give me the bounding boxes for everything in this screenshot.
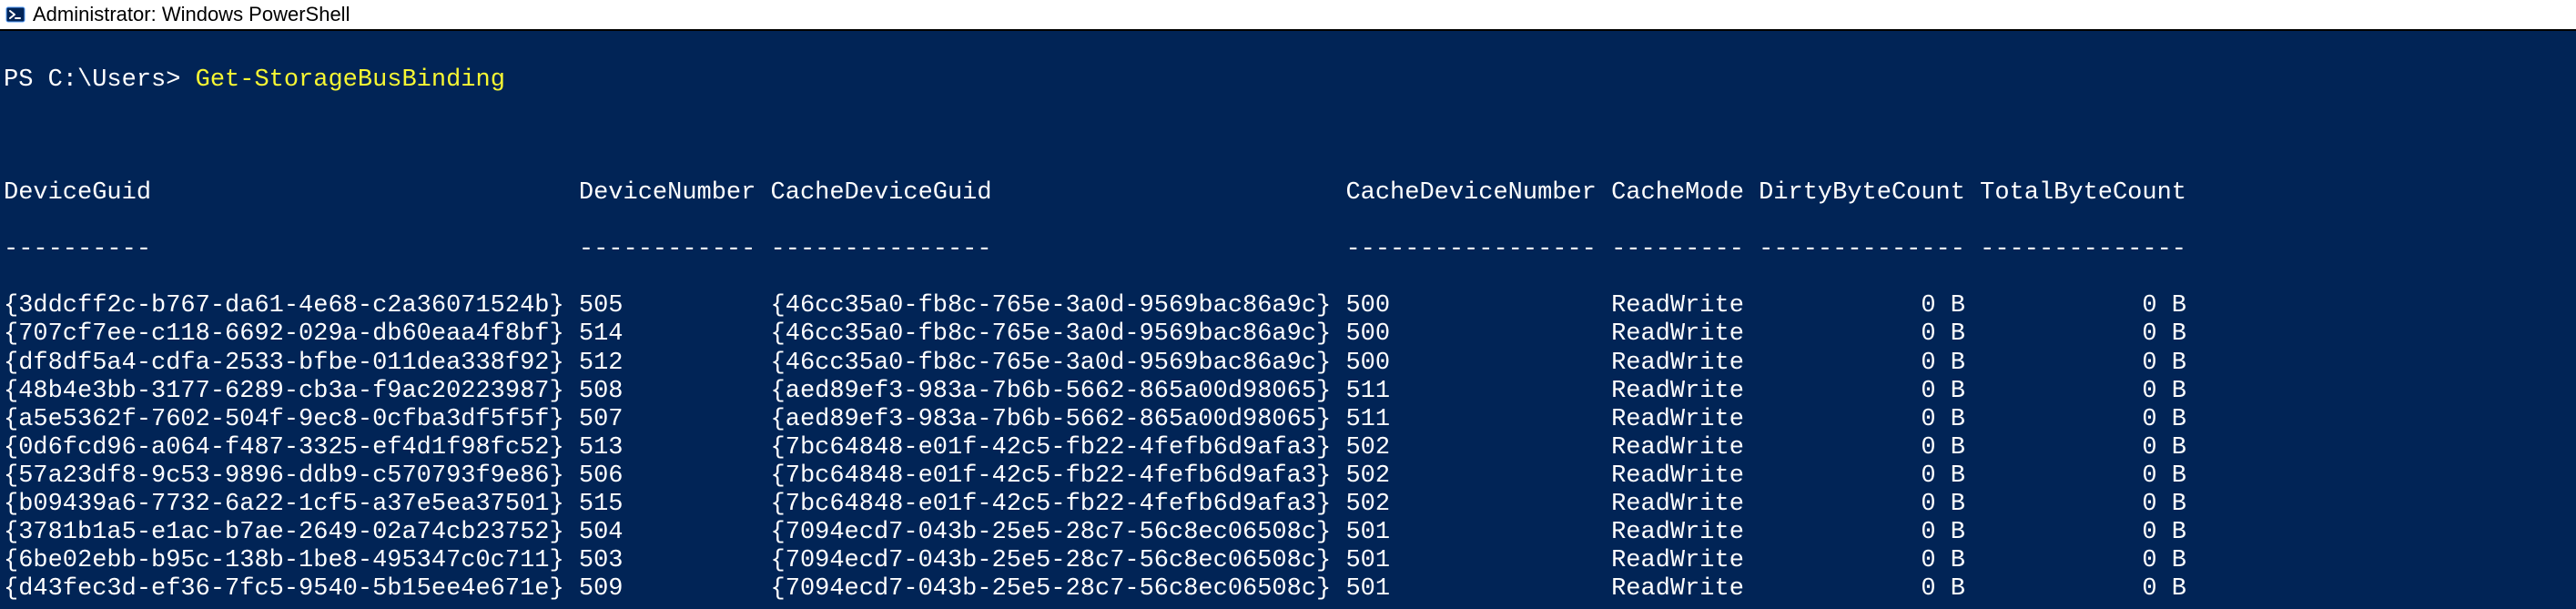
window-titlebar[interactable]: Administrator: Windows PowerShell xyxy=(0,0,2576,31)
table-row: {3ddcff2c-b767-da61-4e68-c2a36071524b} 5… xyxy=(4,292,2572,320)
table-separator-line: ---------- ------------ --------------- … xyxy=(4,236,2572,264)
blank-line xyxy=(4,123,2572,151)
window-title: Administrator: Windows PowerShell xyxy=(33,3,350,26)
table-row: {df8df5a4-cdfa-2533-bfbe-011dea338f92} 5… xyxy=(4,350,2572,378)
table-row: {48b4e3bb-3177-6289-cb3a-f9ac20223987} 5… xyxy=(4,378,2572,406)
table-row: {57a23df8-9c53-9896-ddb9-c570793f9e86} 5… xyxy=(4,462,2572,491)
table-row: {0d6fcd96-a064-f487-3325-ef4d1f98fc52} 5… xyxy=(4,434,2572,462)
prompt-line: PS C:\Users> Get-StorageBusBinding xyxy=(4,66,2572,95)
terminal-pane[interactable]: PS C:\Users> Get-StorageBusBinding Devic… xyxy=(0,31,2576,609)
table-row: {6be02ebb-b95c-138b-1be8-495347c0c711} 5… xyxy=(4,547,2572,575)
powershell-icon xyxy=(5,5,25,25)
table-rows: {3ddcff2c-b767-da61-4e68-c2a36071524b} 5… xyxy=(4,292,2572,604)
prompt-text: PS C:\Users> xyxy=(4,66,196,94)
command-text: Get-StorageBusBinding xyxy=(196,66,505,94)
table-row: {707cf7ee-c118-6692-029a-db60eaa4f8bf} 5… xyxy=(4,320,2572,349)
table-row: {d43fec3d-ef36-7fc5-9540-5b15ee4e671e} 5… xyxy=(4,575,2572,604)
table-row: {a5e5362f-7602-504f-9ec8-0cfba3df5f5f} 5… xyxy=(4,406,2572,434)
table-row: {3781b1a5-e1ac-b7ae-2649-02a74cb23752} 5… xyxy=(4,519,2572,547)
table-header-line: DeviceGuid DeviceNumber CacheDeviceGuid … xyxy=(4,179,2572,208)
table-row: {b09439a6-7732-6a22-1cf5-a37e5ea37501} 5… xyxy=(4,491,2572,519)
